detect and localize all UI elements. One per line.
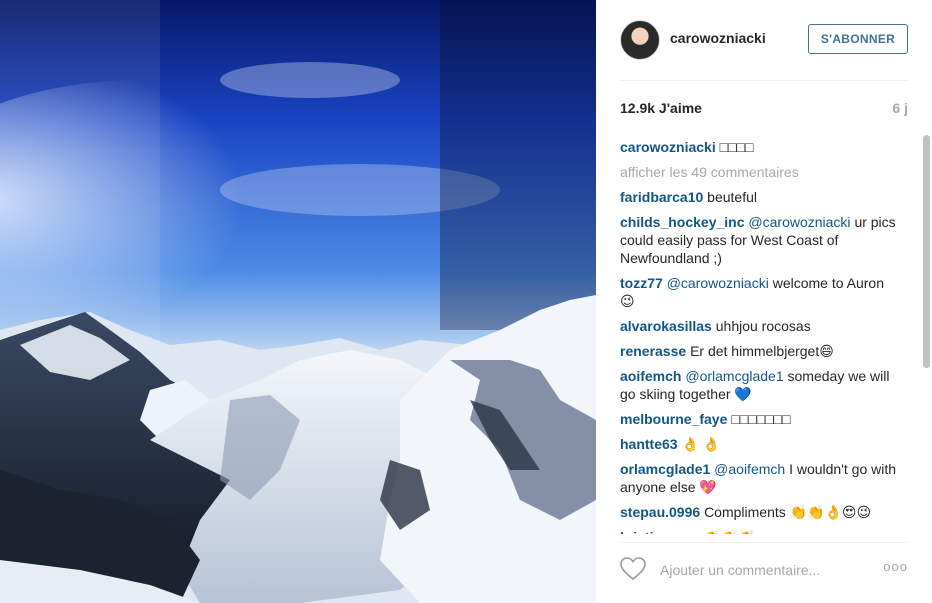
caption: carowozniacki □□□□ — [620, 138, 902, 156]
comment-item: kristingrove 👏👏👏 — [620, 528, 902, 534]
comment-username[interactable]: alvarokasillas — [620, 318, 712, 334]
comments-scrollbar[interactable] — [923, 135, 930, 368]
comment-mention[interactable]: @aoifemch — [714, 461, 785, 477]
avatar[interactable] — [620, 20, 660, 60]
comment-item: stepau.0996 Compliments 👏👏👌😍😉 — [620, 503, 902, 521]
comment-username[interactable]: renerasse — [620, 343, 686, 359]
likes-count[interactable]: 12.9k J'aime — [620, 100, 702, 116]
caption-username[interactable]: carowozniacki — [620, 139, 716, 155]
comment-username[interactable]: childs_hockey_inc — [620, 214, 745, 230]
mountain-landscape-image — [0, 0, 596, 603]
comment-item: orlamcglade1 @aoifemch I wouldn't go wit… — [620, 460, 902, 496]
comment-username[interactable]: hantte63 — [620, 436, 678, 452]
comment-username[interactable]: kristingrove — [620, 529, 700, 534]
comment-username[interactable]: melbourne_faye — [620, 411, 727, 427]
header-username[interactable]: carowozniacki — [670, 30, 766, 46]
comment-item: tozz77 @carowozniacki welcome to Auron 😉 — [620, 274, 902, 310]
comment-text: 👌 👌 — [681, 436, 721, 452]
load-more-comments-link[interactable]: afficher les 49 commentaires — [620, 163, 902, 181]
comment-username[interactable]: stepau.0996 — [620, 504, 700, 520]
comment-username[interactable]: orlamcglade1 — [620, 461, 710, 477]
comments-list[interactable]: carowozniacki □□□□ afficher les 49 comme… — [620, 138, 902, 534]
comment-username[interactable]: aoifemch — [620, 368, 681, 384]
post-sidebar: carowozniacki S'ABONNER 12.9k J'aime 6 j… — [596, 0, 932, 603]
comment-item: hantte63 👌 👌 — [620, 435, 902, 453]
comment-username[interactable]: faridbarca10 — [620, 189, 703, 205]
comment-text: 👏👏👏 — [704, 529, 756, 534]
post-header: carowozniacki S'ABONNER — [620, 20, 908, 62]
caption-text: □□□□ — [719, 139, 754, 155]
header-divider — [620, 80, 908, 81]
comment-text: beuteful — [707, 189, 757, 205]
comment-item: childs_hockey_inc @carowozniacki ur pics… — [620, 213, 902, 267]
comment-item: faridbarca10 beuteful — [620, 188, 902, 206]
comment-item: alvarokasillas uhhjou rocosas — [620, 317, 902, 335]
comment-text: uhhjou rocosas — [715, 318, 811, 334]
likes-row: 12.9k J'aime 6 j — [620, 100, 908, 120]
comment-mention[interactable]: @orlamcglade1 — [685, 368, 783, 384]
comment-text: □□□□□□□ — [731, 411, 791, 427]
comment-text: Compliments 👏👏👌😍😉 — [704, 504, 872, 520]
comment-input[interactable] — [658, 557, 862, 583]
follow-button[interactable]: S'ABONNER — [808, 24, 908, 54]
comment-item: renerasse Er det himmelbjerget😄 — [620, 342, 902, 360]
comment-container: faridbarca10 beuteful childs_hockey_inc @… — [620, 188, 902, 534]
comment-mention[interactable]: @carowozniacki — [748, 214, 850, 230]
comment-text: Er det himmelbjerget😄 — [690, 343, 834, 359]
heart-icon[interactable] — [620, 557, 646, 581]
comment-item: aoifemch @orlamcglade1 someday we will g… — [620, 367, 902, 403]
comment-username[interactable]: tozz77 — [620, 275, 663, 291]
post-photo[interactable] — [0, 0, 596, 603]
more-options-icon[interactable]: ooo — [883, 559, 908, 574]
post-age[interactable]: 6 j — [892, 100, 908, 116]
comment-item: melbourne_faye □□□□□□□ — [620, 410, 902, 428]
comment-mention[interactable]: @carowozniacki — [667, 275, 769, 291]
post-footer: ooo — [620, 542, 908, 595]
